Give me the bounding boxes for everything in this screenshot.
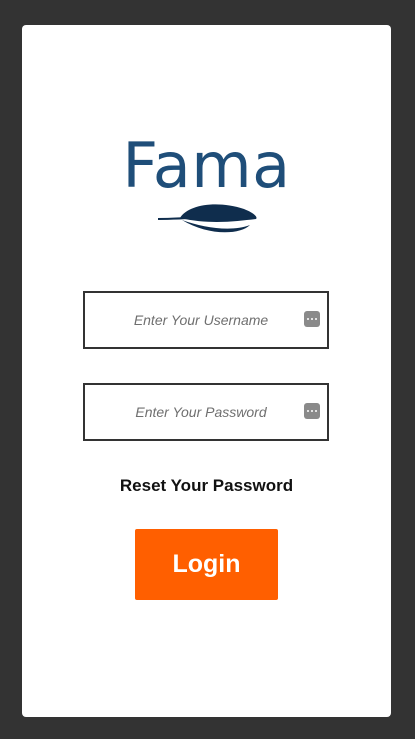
app-frame: Fama Reset Your Password Login	[0, 0, 415, 739]
password-field	[83, 383, 329, 441]
feather-icon	[157, 204, 256, 233]
login-button[interactable]: Login	[135, 529, 278, 600]
username-input[interactable]	[85, 293, 299, 347]
reset-password-link[interactable]: Reset Your Password	[22, 476, 391, 496]
brand-name: Fama	[122, 129, 291, 202]
brand-logo: Fama	[22, 133, 391, 235]
password-input[interactable]	[85, 385, 299, 439]
username-field	[83, 291, 329, 349]
password-manager-icon[interactable]	[304, 403, 320, 419]
login-card: Fama Reset Your Password Login	[22, 25, 391, 717]
password-manager-icon[interactable]	[304, 311, 320, 327]
